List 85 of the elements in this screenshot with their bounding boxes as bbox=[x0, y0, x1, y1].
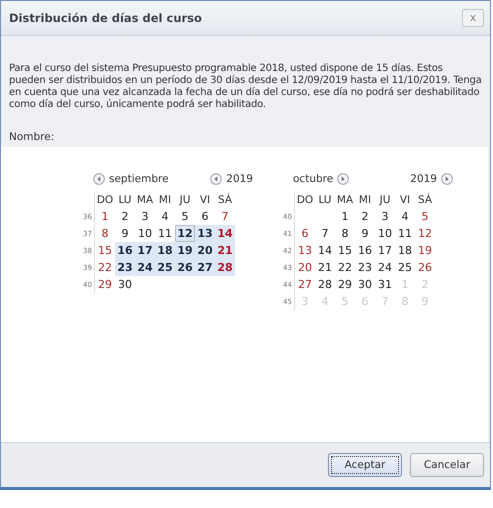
calendar-day[interactable]: 2 bbox=[115, 208, 135, 225]
calendar-day[interactable]: 28 bbox=[315, 276, 335, 293]
calendar-day[interactable]: 30 bbox=[115, 276, 135, 293]
calendar-day[interactable]: 16 bbox=[355, 242, 375, 259]
month-name: septiembre bbox=[109, 173, 169, 185]
calendar-day[interactable]: 28 bbox=[215, 259, 235, 276]
calendar-day[interactable]: 3 bbox=[135, 208, 155, 225]
calendar-day[interactable]: 8 bbox=[335, 225, 355, 242]
calendar-day[interactable]: 10 bbox=[135, 225, 155, 242]
calendar-day[interactable]: 12 bbox=[415, 225, 435, 242]
calendar-day[interactable]: 31 bbox=[375, 276, 395, 293]
calendar-day[interactable]: 18 bbox=[155, 242, 175, 259]
name-label: Nombre: bbox=[9, 131, 56, 143]
dialog-button[interactable]: Aceptar bbox=[328, 453, 402, 477]
calendar-day[interactable]: 20 bbox=[295, 259, 315, 276]
calendar-day[interactable]: 6 bbox=[195, 208, 215, 225]
calendar-day[interactable]: 8 bbox=[95, 225, 115, 242]
calendar-day[interactable]: 10 bbox=[375, 225, 395, 242]
calendar-day[interactable]: 19 bbox=[415, 242, 435, 259]
calendar-day[interactable]: 3 bbox=[375, 208, 395, 225]
calendar-day[interactable]: 12 bbox=[175, 225, 195, 242]
calendar-day[interactable]: 2 bbox=[355, 208, 375, 225]
calendar-day[interactable]: 17 bbox=[135, 242, 155, 259]
calendar-day[interactable]: 5 bbox=[415, 208, 435, 225]
calendar-day[interactable]: 9 bbox=[115, 225, 135, 242]
close-button[interactable]: x bbox=[462, 9, 484, 27]
year-name: 2019 bbox=[410, 173, 437, 185]
calendar-day[interactable]: 22 bbox=[95, 259, 115, 276]
weekday-header: MI bbox=[358, 192, 372, 208]
calendar-day[interactable]: 25 bbox=[155, 259, 175, 276]
window-title: Distribución de días del curso bbox=[9, 11, 203, 25]
weekday-header: JU bbox=[178, 192, 192, 208]
calendar-day[interactable]: 27 bbox=[195, 259, 215, 276]
calendar-day[interactable]: 6 bbox=[295, 225, 315, 242]
calendar-day[interactable]: 17 bbox=[375, 242, 395, 259]
calendar-day[interactable]: 18 bbox=[395, 242, 415, 259]
weekday-header: SÁ bbox=[216, 192, 234, 208]
calendar-day[interactable]: 15 bbox=[335, 242, 355, 259]
calendar-day[interactable]: 4 bbox=[155, 208, 175, 225]
calendar-day[interactable]: 23 bbox=[355, 259, 375, 276]
calendar-day[interactable]: 27 bbox=[295, 276, 315, 293]
weekday-header: VI bbox=[198, 192, 212, 208]
calendar-day[interactable]: 20 bbox=[195, 242, 215, 259]
weekday-header: MA bbox=[136, 192, 154, 208]
calendar-day[interactable]: 29 bbox=[335, 276, 355, 293]
calendar-day[interactable]: 22 bbox=[335, 259, 355, 276]
weekday-header: LU bbox=[117, 192, 132, 208]
weekday-header: MI bbox=[158, 192, 172, 208]
year-name: 2019 bbox=[226, 173, 253, 185]
calendar-day[interactable]: 19 bbox=[175, 242, 195, 259]
calendar-day[interactable]: 21 bbox=[315, 259, 335, 276]
calendar-day[interactable]: 26 bbox=[175, 259, 195, 276]
calendar-day[interactable]: 23 bbox=[115, 259, 135, 276]
weekday-header: VI bbox=[398, 192, 412, 208]
calendar-day[interactable]: 24 bbox=[375, 259, 395, 276]
calendar-day[interactable]: 7 bbox=[315, 225, 335, 242]
calendar-day[interactable]: 24 bbox=[135, 259, 155, 276]
weekday-header: DO bbox=[96, 192, 114, 208]
calendar-day[interactable]: 11 bbox=[155, 225, 175, 242]
calendar-day[interactable]: 1 bbox=[335, 208, 355, 225]
info-message: Para el curso del sistema Presupuesto programable 2018, usted dispone de 15 días. Estos pueden ser distribuidos en un período de 30 días desde el 12/09/2019 hasta el 11/10/2019. Tenga en cuenta que una vez alcanzada la fecha de un día del curso, ese día no podrá ser deshabilitado como día del curso, únicamente podrá ser habilitado. bbox=[9, 63, 482, 111]
calendar-day[interactable]: 14 bbox=[215, 225, 235, 242]
calendar-day[interactable]: 14 bbox=[315, 242, 335, 259]
calendar-day[interactable]: 13 bbox=[195, 225, 215, 242]
calendar-day[interactable]: 9 bbox=[355, 225, 375, 242]
calendar-day[interactable]: 11 bbox=[395, 225, 415, 242]
dialog-button[interactable]: Cancelar bbox=[410, 453, 484, 477]
calendar-day[interactable]: 13 bbox=[295, 242, 315, 259]
calendar-day[interactable]: 5 bbox=[175, 208, 195, 225]
weekday-header: MA bbox=[336, 192, 354, 208]
weekday-header: SÁ bbox=[416, 192, 434, 208]
calendar-day[interactable]: 21 bbox=[215, 242, 235, 259]
calendar-day[interactable]: 29 bbox=[95, 276, 115, 293]
calendar-day[interactable]: 30 bbox=[355, 276, 375, 293]
calendar-day[interactable]: 26 bbox=[415, 259, 435, 276]
calendar-day[interactable]: 25 bbox=[395, 259, 415, 276]
month-name: octubre bbox=[293, 173, 334, 185]
calendar-day[interactable]: 16 bbox=[115, 242, 135, 259]
weekday-header: LU bbox=[317, 192, 332, 208]
calendar-day[interactable]: 1 bbox=[95, 208, 115, 225]
weekday-header: JU bbox=[378, 192, 392, 208]
calendar-day[interactable]: 15 bbox=[95, 242, 115, 259]
calendar-day[interactable]: 7 bbox=[215, 208, 235, 225]
weekday-header: DO bbox=[296, 192, 314, 208]
calendar-day[interactable]: 4 bbox=[395, 208, 415, 225]
